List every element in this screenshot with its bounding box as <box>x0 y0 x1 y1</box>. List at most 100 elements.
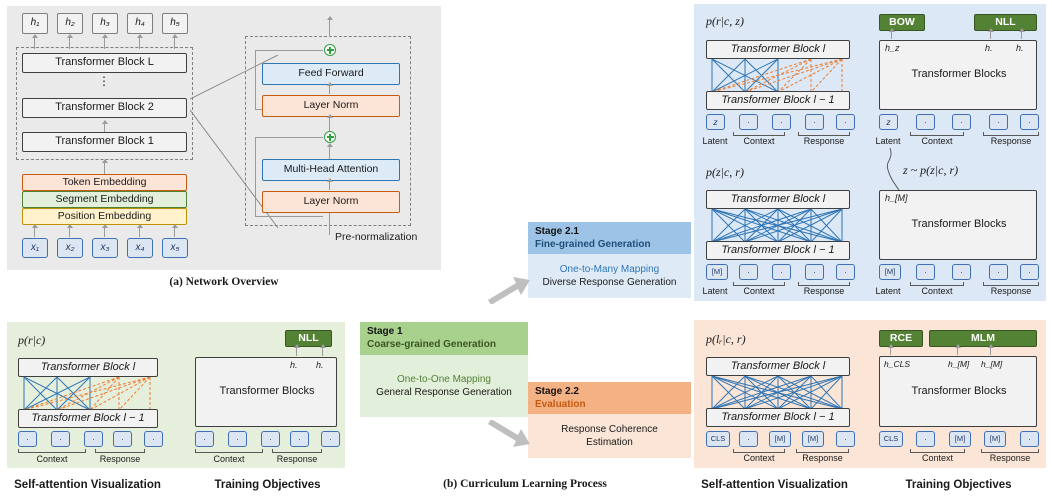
stage-2-2-subtitle: Evaluation <box>535 398 586 410</box>
input-x5: x₅ <box>162 238 188 258</box>
stage21-obj-bot-token-row: [M] · · · · <box>879 264 1039 281</box>
stage21-sa-bot-token-row: [M] · · · · <box>706 264 855 281</box>
stage21-sa-bot-token-4: · <box>805 264 824 280</box>
stage1-sa-token-5: · <box>144 431 163 447</box>
stage21-obj-bot-token-mask: [M] <box>879 264 901 280</box>
stage22-sa-token-row: CLS · [M] [M] · <box>706 431 855 448</box>
detail-input-line <box>329 213 331 235</box>
stage21-sa-top-token-latent: z <box>706 114 725 130</box>
stage22-sa-token-3: [M] <box>769 431 791 447</box>
stage1-sa-token-1: · <box>18 431 37 447</box>
stage21-arrow-h1-nll <box>986 28 996 39</box>
caption-b: (b) Curriculum Learning Process <box>443 478 607 490</box>
stage1-obj-token-row: · · · · · <box>195 431 340 448</box>
stage22-obj-token-5: · <box>1020 431 1039 447</box>
stage22-obj-h-cls: h_CLS <box>884 359 910 369</box>
stage21-obj-bot-token-5: · <box>1020 264 1039 280</box>
stage-1-header: Stage 1 Coarse-grained Generation <box>360 322 528 355</box>
stage21-sa-top-token-2: · <box>739 114 758 130</box>
stage22-sa-block-bottom: Transformer Block l − 1 <box>706 408 850 427</box>
input-x1: x₁ <box>22 238 48 258</box>
stage1-obj-response-brace <box>272 449 322 453</box>
stage21-obj-bot-latent-label: Latent <box>875 286 901 296</box>
stage-1-line2: General Response Generation <box>376 387 512 398</box>
arrow-x1 <box>30 224 40 237</box>
stage21-obj-top-response-label: Response <box>990 136 1032 146</box>
stage21-obj-top-latent-label: Latent <box>875 136 901 146</box>
stage21-obj-top-token-latent: z <box>879 114 898 130</box>
stage21-sa-top-token-3: · <box>772 114 791 130</box>
stage21-sa-bot-response-label: Response <box>803 286 845 296</box>
stage21-sa-bot-token-5: · <box>836 264 855 280</box>
stage1-obj-context-label: Context <box>213 454 245 464</box>
stage-1-card: Stage 1 Coarse-grained Generation One-to… <box>360 322 528 417</box>
stage22-prob-label: p(lᵣ|c, r) <box>706 332 746 346</box>
stage1-arrow-h2-nll <box>318 344 328 356</box>
stage-1-subtitle: Coarse-grained Generation <box>367 338 496 350</box>
stage1-sa-token-3: · <box>84 431 103 447</box>
stage1-obj-h-label-2: h. <box>316 360 324 370</box>
stage-2-1-subtitle: Fine-grained Generation <box>535 238 651 250</box>
transformer-block-L: Transformer Block L <box>22 53 187 73</box>
stage21-obj-bot-token-3: · <box>952 264 971 280</box>
stage1-obj-response-label: Response <box>276 454 318 464</box>
input-x3: x₃ <box>92 238 118 258</box>
stage21-obj-top-token-4: · <box>989 114 1008 130</box>
stage21-obj-bot-blocks: Transformer Blocks h_[M] <box>879 190 1037 260</box>
stage21-sa-top-token-row: z · · · · <box>706 114 855 131</box>
stage-2-1-body: One-to-Many Mapping Diverse Response Gen… <box>528 254 691 298</box>
stage22-sa-response-label: Response <box>802 453 843 463</box>
stage1-sa-block-bottom: Transformer Block l − 1 <box>18 409 158 428</box>
stage21-obj-nll: NLL <box>974 14 1037 31</box>
stage-2-1-line2: Diverse Response Generation <box>542 277 677 288</box>
position-embedding: Position Embedding <box>22 208 187 225</box>
arrow-ln1-to-mha <box>325 178 335 190</box>
stage-2-2-line2: Estimation <box>586 437 633 448</box>
stage22-section-objectives: Training Objectives <box>905 479 1012 491</box>
stage-2-1-line1: One-to-Many Mapping <box>559 263 660 275</box>
stage21-obj-top-blocks: Transformer Blocks h_z h. h. <box>879 40 1037 110</box>
token-embedding: Token Embedding <box>22 174 187 191</box>
detail-output-arrow <box>325 16 335 37</box>
stage1-sa-response-brace <box>95 449 145 453</box>
stage22-obj-rce: RCE <box>879 330 923 347</box>
stage21-obj-bot-response-label: Response <box>990 286 1032 296</box>
stage1-obj-block-label: Transformer Blocks <box>219 385 315 397</box>
stack-ellipsis: ⋮ <box>98 74 111 88</box>
transformer-block-1: Transformer Block 1 <box>22 132 187 152</box>
stage1-sa-token-2: · <box>51 431 70 447</box>
stage22-section-self-attention: Self-attention Visualization <box>701 479 848 491</box>
stage22-arrow-hm2-mlm <box>986 344 996 355</box>
stage21-prob-top: p(r|c, z) <box>706 14 744 28</box>
stage21-obj-top-token-row: z · · · · <box>879 114 1039 131</box>
stage21-sa-top-context-label: Context <box>743 136 775 146</box>
stage1-obj-blocks: Transformer Blocks h. h. <box>195 357 337 427</box>
stage1-arrow-h1-nll <box>292 344 302 356</box>
caption-a: (a) Network Overview <box>169 276 279 288</box>
input-x4: x₄ <box>127 238 153 258</box>
prenormalization-note: Pre-normalization <box>335 231 418 243</box>
stage21-obj-bot-context-label: Context <box>921 286 953 296</box>
stage22-obj-token-row: CLS · [M] [M] · <box>879 431 1039 448</box>
stage22-obj-token-3: [M] <box>949 431 971 447</box>
stage22-sa-context-label: Context <box>743 453 775 463</box>
stage21-obj-top-token-3: · <box>952 114 971 130</box>
stage21-obj-bow: BOW <box>879 14 925 31</box>
segment-embedding: Segment Embedding <box>22 191 187 208</box>
output-h1: h₁ <box>22 13 48 34</box>
stage1-obj-h-label-1: h. <box>290 360 298 370</box>
output-h5: h₅ <box>162 13 188 34</box>
sampling-note: z ~ p(z|c, r) <box>903 163 959 177</box>
stage1-obj-token-5: · <box>321 431 340 447</box>
stage-2-2-title: Stage 2.2 <box>535 386 579 397</box>
stage22-obj-token-2: · <box>916 431 935 447</box>
stage21-obj-top-h-2: h. <box>1016 43 1024 53</box>
stage-1-body: One-to-One Mapping General Response Gene… <box>360 355 528 417</box>
stage-flow-arrow-up <box>488 277 530 304</box>
stage21-sa-bot-context-label: Context <box>743 286 775 296</box>
stage22-obj-token-cls: CLS <box>879 431 903 447</box>
stage21-sa-bot-latent-label: Latent <box>702 286 728 296</box>
stage-2-2-header: Stage 2.2 Evaluation <box>528 382 691 414</box>
stage1-prob-label: p(r|c) <box>18 333 46 347</box>
stage21-obj-bot-h-mask: h_[M] <box>885 193 908 203</box>
